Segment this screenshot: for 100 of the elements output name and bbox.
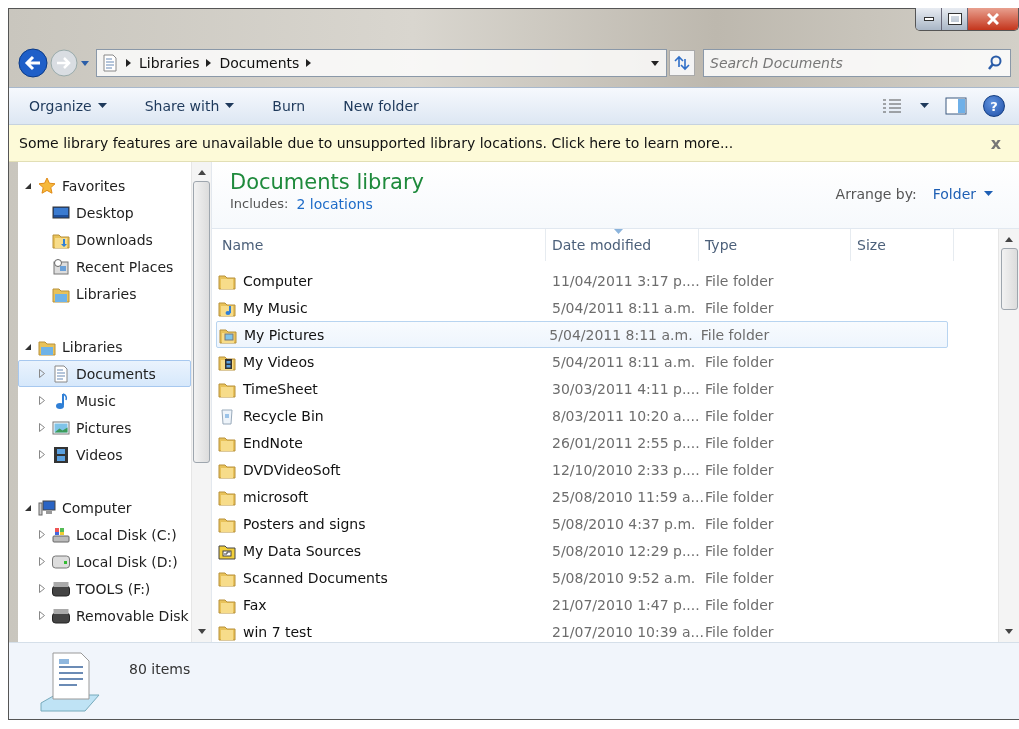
file-name[interactable]: Recycle Bin xyxy=(243,407,324,424)
file-name[interactable]: Posters and signs xyxy=(243,515,366,532)
search-field[interactable]: Search Documents xyxy=(703,49,1011,77)
tree-item[interactable]: Local Disk (D:) xyxy=(18,548,191,575)
file-name[interactable]: DVDVideoSoft xyxy=(243,461,341,478)
tree-item[interactable]: Recent Places xyxy=(18,253,191,280)
drive-icon xyxy=(52,579,70,598)
info-message[interactable]: Some library features are unavailable due to unsupported library locations. Click here to learn more... xyxy=(19,135,734,151)
scrollbar[interactable] xyxy=(191,162,211,642)
file-name[interactable]: My Music xyxy=(243,299,308,316)
drive-icon xyxy=(52,525,70,544)
scroll-down-icon[interactable] xyxy=(1005,629,1013,634)
collapsed-arrow-icon[interactable] xyxy=(39,611,45,620)
file-row[interactable]: My Pictures 5/04/2011 8:11 a.m. File folder xyxy=(216,321,948,348)
file-row[interactable]: Posters and signs 5/08/2010 4:37 p.m. File folder xyxy=(216,510,998,537)
film-icon xyxy=(52,445,70,464)
file-row[interactable]: My Data Sources 5/08/2010 12:29 p.... File folder xyxy=(216,537,998,564)
tree-item[interactable]: Pictures xyxy=(18,414,191,441)
library-title: Documents library xyxy=(230,170,424,194)
expanded-arrow-icon[interactable] xyxy=(24,181,32,190)
tree-item[interactable]: Computer xyxy=(18,494,191,521)
tree-item[interactable]: Libraries xyxy=(18,280,191,307)
minimize-button[interactable] xyxy=(916,8,942,30)
toolbar-button[interactable]: Burn xyxy=(266,94,312,118)
file-row[interactable]: TimeSheet 30/03/2011 4:11 p.... File folder xyxy=(216,375,998,402)
file-name[interactable]: Fax xyxy=(243,596,267,613)
breadcrumb[interactable]: Libraries xyxy=(139,55,200,71)
collapsed-arrow-icon[interactable] xyxy=(39,423,45,432)
type-cell-text: File folder xyxy=(704,407,775,424)
type-cell-text: File folder xyxy=(704,272,775,289)
toolbar-button[interactable]: Organize xyxy=(23,94,113,118)
file-name[interactable]: Computer xyxy=(243,272,313,289)
file-row[interactable]: DVDVideoSoft 12/10/2010 2:33 p.... File folder xyxy=(216,456,998,483)
toolbar-button[interactable]: Share with xyxy=(138,94,241,118)
preview-pane-icon[interactable] xyxy=(945,97,967,115)
collapsed-arrow-icon[interactable] xyxy=(39,557,45,566)
search-icon[interactable] xyxy=(987,55,1003,71)
recent-pages-dropdown-icon[interactable] xyxy=(80,58,90,68)
column-header[interactable]: Type xyxy=(699,229,851,261)
help-button[interactable]: ? xyxy=(983,95,1005,117)
scrollbar[interactable] xyxy=(998,229,1019,642)
date-cell-text: 5/08/2010 12:29 p.... xyxy=(551,542,699,559)
file-name[interactable]: EndNote xyxy=(243,434,303,451)
file-row[interactable]: EndNote 26/01/2011 2:55 p.... File folder xyxy=(216,429,998,456)
address-bar[interactable]: Libraries Documents xyxy=(96,49,667,77)
tree-item[interactable]: Music xyxy=(18,387,191,414)
file-row[interactable]: My Music 5/04/2011 8:11 a.m. File folder xyxy=(216,294,998,321)
tree-item[interactable]: Desktop xyxy=(18,199,191,226)
scroll-down-icon[interactable] xyxy=(197,629,206,634)
file-row[interactable]: Scanned Documents 5/08/2010 9:52 a.m. File folder xyxy=(216,564,998,591)
file-name[interactable]: win 7 test xyxy=(243,623,312,640)
arrange-by-dropdown[interactable]: Folder xyxy=(930,182,995,206)
date-cell-text: 30/03/2011 4:11 p.... xyxy=(551,380,699,397)
tree-item[interactable]: Downloads xyxy=(18,226,191,253)
file-name[interactable]: Scanned Documents xyxy=(243,569,388,586)
file-name[interactable]: TimeSheet xyxy=(243,380,318,397)
expanded-arrow-icon[interactable] xyxy=(24,503,32,512)
file-row[interactable]: win 7 test 21/07/2010 10:39 a...File folder xyxy=(216,618,998,642)
scroll-up-icon[interactable] xyxy=(1005,237,1013,242)
scroll-thumb[interactable] xyxy=(193,181,210,463)
file-row[interactable]: microsoft 25/08/2010 11:59 a...File folder xyxy=(216,483,998,510)
collapsed-arrow-icon[interactable] xyxy=(39,584,45,593)
tree-item[interactable]: Local Disk (C:) xyxy=(18,521,191,548)
back-button[interactable] xyxy=(18,48,48,78)
tree-item[interactable]: Documents xyxy=(18,360,191,387)
file-name[interactable]: My Data Sources xyxy=(243,542,362,559)
column-header[interactable]: Date modified xyxy=(546,229,699,261)
tree-item[interactable]: Videos xyxy=(18,441,191,468)
collapsed-arrow-icon[interactable] xyxy=(39,369,45,378)
file-row[interactable]: Computer 11/04/2011 3:17 p.... File folder xyxy=(216,267,998,294)
tree-item[interactable]: Libraries xyxy=(18,333,191,360)
column-header[interactable]: Size xyxy=(851,229,954,261)
file-name[interactable]: My Videos xyxy=(243,353,315,370)
file-name[interactable]: microsoft xyxy=(243,488,309,505)
toolbar-button[interactable]: New folder xyxy=(337,94,425,118)
desktop-icon xyxy=(52,203,70,222)
column-header[interactable]: Name xyxy=(216,229,546,261)
locations-link[interactable]: 2 locations xyxy=(296,196,373,212)
expanded-arrow-icon[interactable] xyxy=(24,342,32,351)
tree-item[interactable]: Favorites xyxy=(18,172,191,199)
breadcrumb[interactable]: Documents xyxy=(219,55,300,71)
info-bar[interactable]: Some library features are unavailable due to unsupported library locations. Click here to learn more... x xyxy=(9,125,1019,162)
close-button[interactable] xyxy=(968,8,1018,30)
file-row[interactable]: Fax 21/07/2010 1:47 p.... File folder xyxy=(216,591,998,618)
caret-icon[interactable] xyxy=(920,103,929,109)
close-button[interactable]: x xyxy=(986,133,1005,153)
collapsed-arrow-icon[interactable] xyxy=(39,450,45,459)
collapsed-arrow-icon[interactable] xyxy=(39,530,45,539)
file-row[interactable]: My Videos 5/04/2011 8:11 a.m. File folder xyxy=(216,348,998,375)
maximize-button[interactable] xyxy=(942,8,968,30)
dropdown-icon[interactable] xyxy=(650,58,660,68)
scroll-up-icon[interactable] xyxy=(197,170,206,175)
refresh-icon[interactable] xyxy=(669,50,695,76)
chevron-icon[interactable] xyxy=(125,58,133,68)
file-name[interactable]: My Pictures xyxy=(244,326,325,343)
scroll-thumb[interactable] xyxy=(1000,248,1018,310)
tree-item[interactable]: TOOLS (F:) xyxy=(18,575,191,602)
file-row[interactable]: Recycle Bin 8/03/2011 10:20 a.... File folder xyxy=(216,402,998,429)
collapsed-arrow-icon[interactable] xyxy=(39,396,45,405)
tree-item[interactable]: Removable Disk xyxy=(18,602,191,629)
